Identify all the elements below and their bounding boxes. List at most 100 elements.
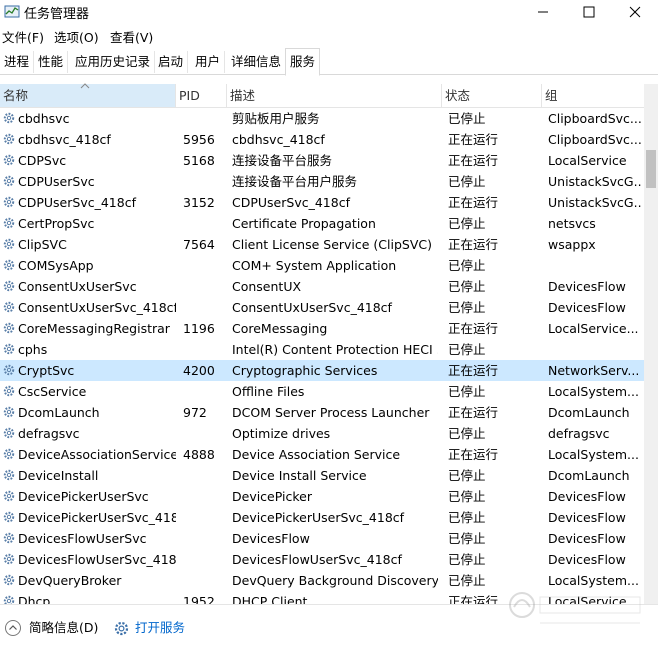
service-name: CscService [18, 384, 87, 399]
table-row[interactable]: DevicesFlowUserSvc_418cf DevicesFlowUserS… [0, 549, 644, 570]
service-name: CoreMessagingRegistrar [18, 321, 170, 336]
service-description: 连接设备平台服务 [232, 153, 333, 168]
column-desc-header[interactable]: 描述 [227, 84, 442, 107]
table-row[interactable]: cphs Intel(R) Content Protection HECI ...… [0, 339, 644, 360]
services-gear-icon [114, 621, 129, 635]
service-gear-icon [2, 111, 16, 125]
service-description: DevicesFlowUserSvc_418cf [232, 552, 402, 567]
service-description: DevicePicker [232, 489, 312, 504]
menu-view[interactable]: 查看(V) [110, 27, 153, 46]
service-gear-icon [2, 153, 16, 167]
brief-info-button[interactable]: 简略信息(D) [4, 617, 98, 639]
service-name: DeviceAssociationService [18, 447, 176, 462]
service-name: DevicePickerUserSvc [18, 489, 149, 504]
service-group: wsappx [548, 237, 596, 252]
service-description: Intel(R) Content Protection HECI ... [232, 342, 438, 357]
service-group: UnistackSvcG... [548, 195, 642, 210]
table-row[interactable]: COMSysApp COM+ System Application 已停止 [0, 255, 644, 276]
service-name: ClipSVC [18, 237, 67, 252]
service-gear-icon [2, 405, 16, 419]
service-description: DHCP Client [232, 594, 308, 604]
table-row[interactable]: DeviceInstall Device Install Service 已停止 Dc… [0, 465, 644, 486]
service-status: 已停止 [448, 552, 486, 567]
table-row[interactable]: ClipSVC 7564 Client License Service (ClipS… [0, 234, 644, 255]
table-row[interactable]: DevicesFlowUserSvc DevicesFlow 已停止 DevicesF… [0, 528, 644, 549]
service-group: LocalSystem... [548, 384, 639, 399]
table-row[interactable]: CDPUserSvc 连接设备平台用户服务 已停止 UnistackSvcG... [0, 171, 644, 192]
service-pid [183, 339, 227, 360]
service-description: ConsentUxUserSvc_418cf [232, 300, 392, 315]
service-status: 已停止 [448, 468, 486, 483]
chevron-up-circle-icon [5, 620, 21, 636]
table-row[interactable]: CryptSvc 4200 Cryptographic Services 正在运行 Ne… [0, 360, 644, 381]
table-row[interactable]: DevicePickerUserSvc DevicePicker 已停止 Device… [0, 486, 644, 507]
service-name: cbdhsvc_418cf [18, 132, 111, 147]
tab-services[interactable]: 服务 [285, 48, 321, 76]
table-row[interactable]: cbdhsvc 剪贴板用户服务 已停止 ClipboardSvc... [0, 108, 644, 129]
service-status: 正在运行 [448, 405, 499, 420]
service-name: DcomLaunch [18, 405, 100, 420]
close-button[interactable] [612, 0, 658, 24]
service-group: LocalSystem... [548, 447, 639, 462]
tab-users[interactable]: 用户 [191, 51, 226, 73]
table-row[interactable]: cbdhsvc_418cf 5956 cbdhsvc_418cf 正在运行 Clipbo… [0, 129, 644, 150]
column-status-header[interactable]: 状态 [442, 84, 542, 107]
service-name: CDPUserSvc [18, 174, 95, 189]
scrollbar-thumb[interactable] [646, 150, 656, 188]
services-list: cbdhsvc 剪贴板用户服务 已停止 ClipboardSvc... cbdhsvc_… [0, 108, 644, 604]
service-pid [183, 528, 227, 549]
service-pid: 3152 [183, 195, 215, 210]
service-status: 已停止 [448, 258, 486, 273]
table-row[interactable]: DeviceAssociationService 4888 Device Assoc… [0, 444, 644, 465]
table-row[interactable]: ConsentUxUserSvc ConsentUX 已停止 DevicesFlow [0, 276, 644, 297]
table-row[interactable]: DcomLaunch 972 DCOM Server Process Launche… [0, 402, 644, 423]
service-pid [183, 549, 227, 570]
service-pid: 4200 [183, 363, 215, 378]
service-description: ConsentUX [232, 279, 302, 294]
service-group: DcomLaunch [548, 405, 630, 420]
open-services-link[interactable]: 打开服务 [113, 617, 185, 639]
vertical-scrollbar[interactable] [644, 84, 658, 604]
service-description: CoreMessaging [232, 321, 328, 336]
title-bar: 任务管理器 [0, 0, 658, 24]
service-description: Certificate Propagation [232, 216, 376, 231]
service-gear-icon [2, 258, 16, 272]
service-pid [183, 213, 227, 234]
table-row[interactable]: CDPUserSvc_418cf 3152 CDPUserSvc_418cf 正在运行… [0, 192, 644, 213]
service-name: DeviceInstall [18, 468, 99, 483]
table-row[interactable]: DevicePickerUserSvc_418... DevicePickerUs… [0, 507, 644, 528]
service-status: 已停止 [448, 300, 486, 315]
column-pid-header[interactable]: PID [176, 84, 227, 107]
service-gear-icon [2, 447, 16, 461]
column-group-header[interactable]: 组 [542, 84, 644, 107]
tab-startup[interactable]: 启动 [154, 51, 189, 73]
tab-processes[interactable]: 进程 [0, 51, 35, 73]
service-description: Optimize drives [232, 426, 331, 441]
minimize-button[interactable] [520, 0, 566, 24]
table-row[interactable]: CertPropSvc Certificate Propagation 已停止 net… [0, 213, 644, 234]
service-name: Dhcp [18, 594, 51, 604]
table-row[interactable]: CoreMessagingRegistrar 1196 CoreMessaging 正… [0, 318, 644, 339]
table-row[interactable]: defragsvc Optimize drives 已停止 defragsvc [0, 423, 644, 444]
service-status: 已停止 [448, 384, 486, 399]
tab-details[interactable]: 详细信息 [227, 51, 287, 73]
maximize-button[interactable] [566, 0, 612, 24]
service-pid [183, 570, 227, 591]
menu-options[interactable]: 选项(O) [54, 27, 99, 46]
service-group: DevicesFlow [548, 510, 626, 525]
menu-bar: 文件(F) 选项(O) 查看(V) [0, 25, 658, 45]
minimize-icon [538, 11, 548, 13]
table-row[interactable]: ConsentUxUserSvc_418cf ConsentUxUserSvc_4… [0, 297, 644, 318]
column-name-header[interactable]: 名称 [0, 83, 176, 107]
tab-performance[interactable]: 性能 [34, 51, 69, 73]
table-row[interactable]: CscService Offline Files 已停止 LocalSystem... [0, 381, 644, 402]
service-gear-icon [2, 342, 16, 356]
service-pid: 972 [183, 405, 207, 420]
table-row[interactable]: CDPSvc 5168 连接设备平台服务 正在运行 LocalService [0, 150, 644, 171]
menu-file[interactable]: 文件(F) [2, 27, 44, 46]
column-header: 名称 PID 描述 状态 组 [0, 83, 644, 108]
service-status: 正在运行 [448, 195, 499, 210]
service-status: 已停止 [448, 531, 486, 546]
service-group: UnistackSvcG... [548, 174, 642, 189]
tab-app-history[interactable]: 应用历史记录 [71, 51, 156, 73]
